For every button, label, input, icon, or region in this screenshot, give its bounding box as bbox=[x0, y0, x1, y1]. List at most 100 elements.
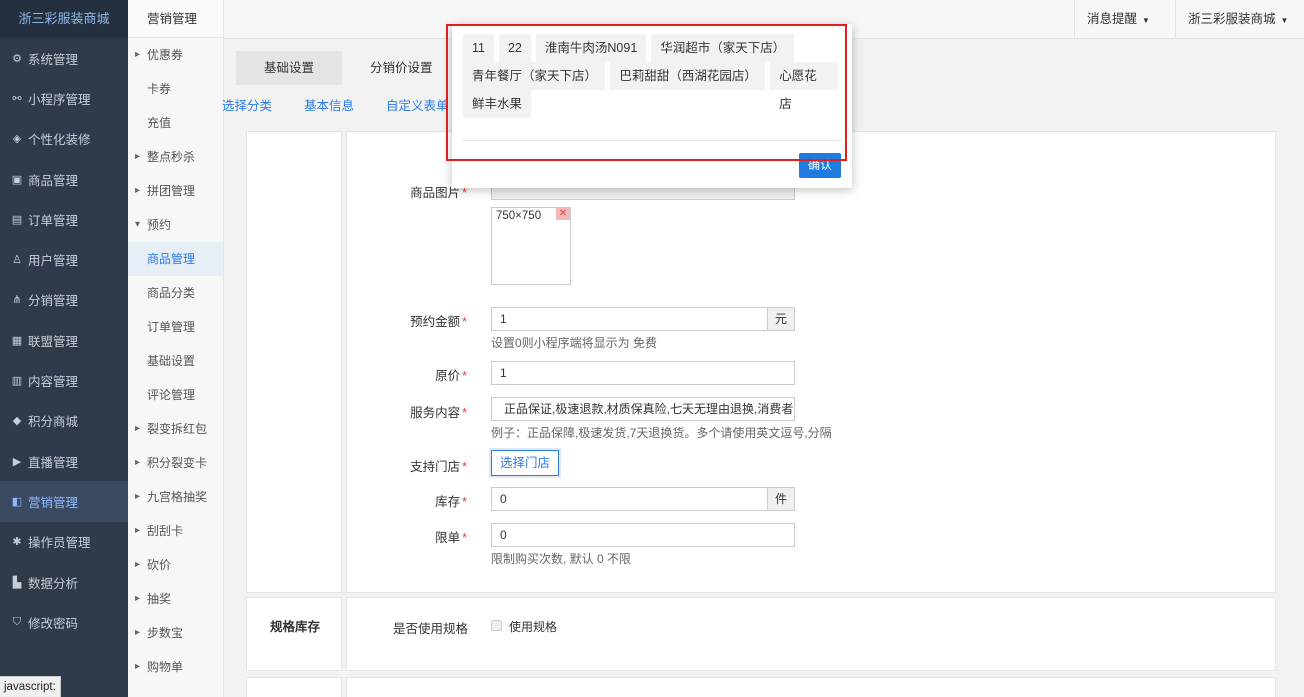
limit-hint: 限制购买次数, 默认 0 不限 bbox=[491, 552, 632, 566]
box-icon: ◆ bbox=[12, 415, 22, 428]
submenu-item[interactable]: 商品管理 bbox=[128, 242, 223, 276]
sidebar-item-label: 小程序管理 bbox=[28, 92, 91, 107]
submenu-item[interactable]: 订单管理 bbox=[128, 310, 223, 344]
store-chip[interactable]: 巴莉甜甜（西湖花园店） bbox=[610, 62, 766, 90]
megaphone-icon: ◧ bbox=[11, 495, 23, 508]
service-input[interactable]: 正品保证,极速退款,材质保真险,七天无理由退换,消费者 bbox=[491, 397, 795, 421]
form-section-main: 商品图片 * 750×750 ✕ 预约金额 * 1 元 设置0则小程序端将显示为 免… bbox=[346, 131, 1276, 593]
store-chip[interactable]: 心愿花店 bbox=[770, 62, 838, 111]
bag-icon: ▣ bbox=[11, 173, 23, 186]
sidebar-item[interactable]: ▶ 直播管理 bbox=[0, 441, 128, 481]
sidebar-item[interactable]: ▥ 内容管理 bbox=[0, 360, 128, 400]
sidebar-item[interactable]: ⚯ 小程序管理 bbox=[0, 78, 128, 118]
sidebar-item[interactable]: ✱ 操作员管理 bbox=[0, 522, 128, 562]
sidebar-item-label: 营销管理 bbox=[28, 495, 79, 510]
article-icon: ▥ bbox=[11, 375, 23, 388]
submenu-panel: 营销管理 优惠券卡券充值整点秒杀拼团管理预约商品管理商品分类订单管理基础设置评论… bbox=[128, 0, 224, 697]
store-chip[interactable]: 青年餐厅（家天下店） bbox=[463, 62, 606, 90]
limit-label: 限单 * bbox=[435, 531, 467, 545]
submenu-item[interactable]: 卡券 bbox=[128, 72, 223, 106]
sidebar-item[interactable]: ⛉ 修改密码 bbox=[0, 602, 128, 642]
submenu-item[interactable]: 积分裂变卡 bbox=[128, 446, 223, 480]
sidebar-item[interactable]: ◈ 个性化装修 bbox=[0, 119, 128, 159]
submenu-item[interactable]: 整点秒杀 bbox=[128, 140, 223, 174]
sidebar-item[interactable]: ▣ 商品管理 bbox=[0, 159, 128, 199]
submenu-item[interactable]: 步数宝 bbox=[128, 616, 223, 650]
tab-distribution-price[interactable]: 分销价设置 bbox=[342, 51, 461, 85]
stock-input[interactable]: 0 bbox=[491, 487, 769, 511]
submenu-item[interactable]: 拼团管理 bbox=[128, 174, 223, 208]
original-price-label: 原价 * bbox=[435, 369, 467, 383]
select-stores-button[interactable]: 选择门店 bbox=[491, 450, 560, 476]
store-chip-list: 11 22 淮南牛肉汤N091 华润超市（家天下店） 青年餐厅（家天下店） 巴莉甜甜（西湖… bbox=[463, 34, 843, 118]
submenu-item[interactable]: 九宫格抽奖 bbox=[128, 480, 223, 514]
sidebar-item[interactable]: ◆ 积分商城 bbox=[0, 401, 128, 441]
account-dropdown[interactable]: 浙三彩服装商城 ▼ bbox=[1175, 0, 1300, 38]
tab-basic-settings[interactable]: 基础设置 bbox=[236, 51, 343, 85]
sidebar-item[interactable]: ⋔ 分销管理 bbox=[0, 280, 128, 320]
deposit-unit: 元 bbox=[767, 307, 795, 331]
sitemap-icon: ⋔ bbox=[12, 294, 22, 307]
use-spec-checkbox[interactable] bbox=[491, 620, 502, 631]
sidebar-item[interactable]: ▙ 数据分析 bbox=[0, 562, 128, 602]
image-size-text: 750×750 bbox=[496, 210, 542, 222]
subtab-custom-form[interactable]: 自定义表单 bbox=[386, 95, 449, 117]
submenu-item[interactable]: 抽奖 bbox=[128, 582, 223, 616]
spec-label: 是否使用规格 bbox=[392, 622, 468, 636]
sidebar-item[interactable]: ⚙ 系统管理 bbox=[0, 38, 128, 78]
sidebar-item-label: 订单管理 bbox=[28, 213, 79, 228]
submenu-item[interactable]: 砍价 bbox=[128, 548, 223, 582]
limit-input[interactable]: 0 bbox=[491, 523, 795, 547]
store-chip[interactable]: 华润超市（家天下店） bbox=[651, 34, 795, 62]
sidebar-item-label: 数据分析 bbox=[28, 576, 79, 591]
sidebar-item-label: 内容管理 bbox=[28, 375, 79, 390]
submenu-item[interactable]: 刮刮卡 bbox=[128, 514, 223, 548]
confirm-button[interactable]: 确认 bbox=[799, 153, 841, 178]
sidebar-item[interactable]: ▦ 联盟管理 bbox=[0, 320, 128, 360]
modal-divider bbox=[462, 140, 842, 141]
submenu-item[interactable]: 评论管理 bbox=[128, 378, 223, 412]
submenu-item[interactable]: 裂变拆红包 bbox=[128, 412, 223, 446]
sidebar-item-label: 个性化装修 bbox=[28, 133, 91, 148]
form-section-side bbox=[246, 131, 342, 593]
original-price-input[interactable]: 1 bbox=[491, 361, 795, 385]
store-chip-row: 鲜丰水果 bbox=[463, 90, 843, 118]
brand-logo-text[interactable]: 浙三彩服装商城 bbox=[0, 0, 128, 38]
next-section-side bbox=[246, 677, 342, 697]
deposit-input[interactable]: 1 bbox=[491, 307, 769, 331]
bar-chart-icon: ▙ bbox=[12, 576, 22, 589]
submenu-item[interactable]: 充值 bbox=[128, 106, 223, 140]
sidebar-item[interactable]: ◧ 营销管理 bbox=[0, 481, 128, 522]
submenu-item[interactable]: 预约 bbox=[128, 208, 223, 242]
sidebar-item-label: 联盟管理 bbox=[28, 334, 79, 349]
spec-section-main: 是否使用规格 使用规格 bbox=[346, 597, 1276, 671]
user-icon: ♙ bbox=[12, 254, 22, 267]
store-chip[interactable]: 淮南牛肉汤N091 bbox=[535, 34, 647, 62]
use-spec-label[interactable]: 使用规格 bbox=[509, 618, 557, 635]
account-label: 浙三彩服装商城 bbox=[1188, 12, 1276, 26]
sidebar-item[interactable]: ▤ 订单管理 bbox=[0, 199, 128, 239]
submenu-item[interactable]: 商品分类 bbox=[128, 276, 223, 310]
store-chip[interactable]: 11 bbox=[463, 34, 494, 62]
subtab-select-category[interactable]: 选择分类 bbox=[222, 95, 272, 117]
spec-section-title: 规格库存 bbox=[269, 620, 320, 634]
submenu-item[interactable]: 基础设置 bbox=[128, 344, 223, 378]
submenu-list: 优惠券卡券充值整点秒杀拼团管理预约商品管理商品分类订单管理基础设置评论管理裂变拆… bbox=[128, 38, 223, 684]
sidebar-item-label: 操作员管理 bbox=[28, 536, 91, 551]
submenu-item[interactable]: 优惠券 bbox=[128, 38, 223, 72]
clipboard-icon: ▤ bbox=[11, 213, 23, 226]
submenu-item[interactable]: 购物单 bbox=[128, 650, 223, 684]
sidebar-item-label: 商品管理 bbox=[28, 173, 79, 188]
notifications-dropdown[interactable]: 消息提醒 ▼ bbox=[1074, 0, 1162, 38]
stock-unit: 件 bbox=[767, 487, 795, 511]
store-chip-row: 青年餐厅（家天下店） 巴莉甜甜（西湖花园店） 心愿花店 bbox=[463, 62, 843, 111]
store-chip[interactable]: 鲜丰水果 bbox=[463, 90, 532, 118]
stores-label: 支持门店 * bbox=[410, 460, 467, 474]
remove-image-icon[interactable]: ✕ bbox=[556, 208, 570, 220]
subtab-basic-info[interactable]: 基本信息 bbox=[304, 95, 354, 117]
image-preview[interactable]: 750×750 ✕ bbox=[491, 207, 571, 285]
store-chip[interactable]: 22 bbox=[498, 34, 531, 62]
deposit-hint: 设置0则小程序端将显示为 免费 bbox=[491, 336, 658, 350]
main-sidebar: 浙三彩服装商城 ⚙ 系统管理 ⚯ 小程序管理 ◈ 个性化装修 ▣ 商品管理 ▤ 订单管理 ♙ 用户管理… bbox=[0, 0, 128, 697]
sidebar-item[interactable]: ♙ 用户管理 bbox=[0, 239, 128, 279]
